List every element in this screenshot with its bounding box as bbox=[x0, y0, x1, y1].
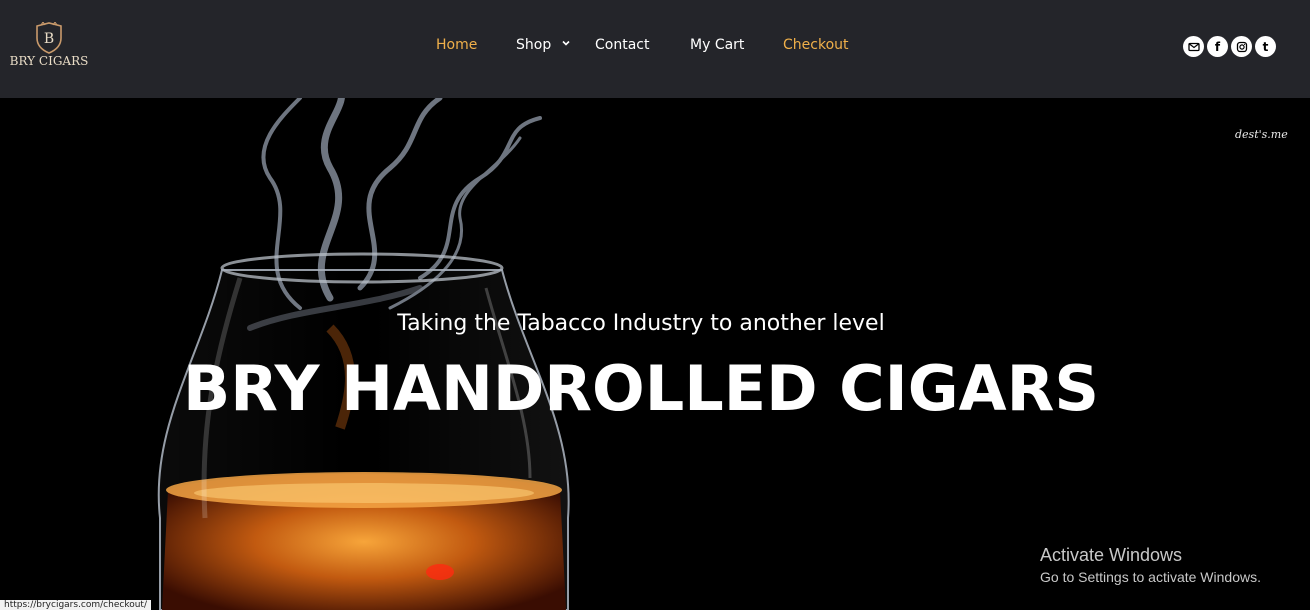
site-header: B BRY CIGARS Home Shop Contact My Cart C… bbox=[0, 0, 1310, 98]
nav-checkout[interactable]: Checkout bbox=[783, 37, 849, 53]
chevron-down-icon bbox=[562, 40, 570, 46]
nav-home[interactable]: Home bbox=[436, 37, 477, 53]
email-link[interactable] bbox=[1183, 36, 1204, 57]
activation-subtitle: Go to Settings to activate Windows. bbox=[1040, 569, 1261, 585]
windows-activation-notice: Activate Windows Go to Settings to activ… bbox=[1040, 545, 1261, 585]
nav-shop-label: Shop bbox=[516, 37, 552, 53]
hero-headline: BRY HANDROLLED CIGARS bbox=[182, 352, 1099, 425]
main-nav: Home Shop Contact My Cart Checkout bbox=[0, 37, 1310, 57]
image-watermark: dest's.me bbox=[1235, 128, 1288, 141]
tumblr-link[interactable]: t bbox=[1255, 36, 1276, 57]
browser-status-url: https://brycigars.com/checkout/ bbox=[0, 600, 151, 610]
nav-my-cart[interactable]: My Cart bbox=[690, 37, 744, 53]
nav-contact[interactable]: Contact bbox=[595, 37, 649, 53]
nav-shop[interactable]: Shop bbox=[516, 37, 570, 53]
envelope-icon bbox=[1187, 42, 1200, 51]
instagram-icon bbox=[1236, 41, 1247, 52]
facebook-link[interactable]: f bbox=[1207, 36, 1228, 57]
facebook-icon: f bbox=[1214, 39, 1221, 54]
hero-tagline: Taking the Tabacco Industry to another l… bbox=[397, 311, 885, 336]
activation-title: Activate Windows bbox=[1040, 545, 1183, 565]
tumblr-icon: t bbox=[1262, 39, 1269, 54]
hero-banner: dest's.me Taking the Tabacco Industry to… bbox=[0, 98, 1310, 610]
instagram-link[interactable] bbox=[1231, 36, 1252, 57]
